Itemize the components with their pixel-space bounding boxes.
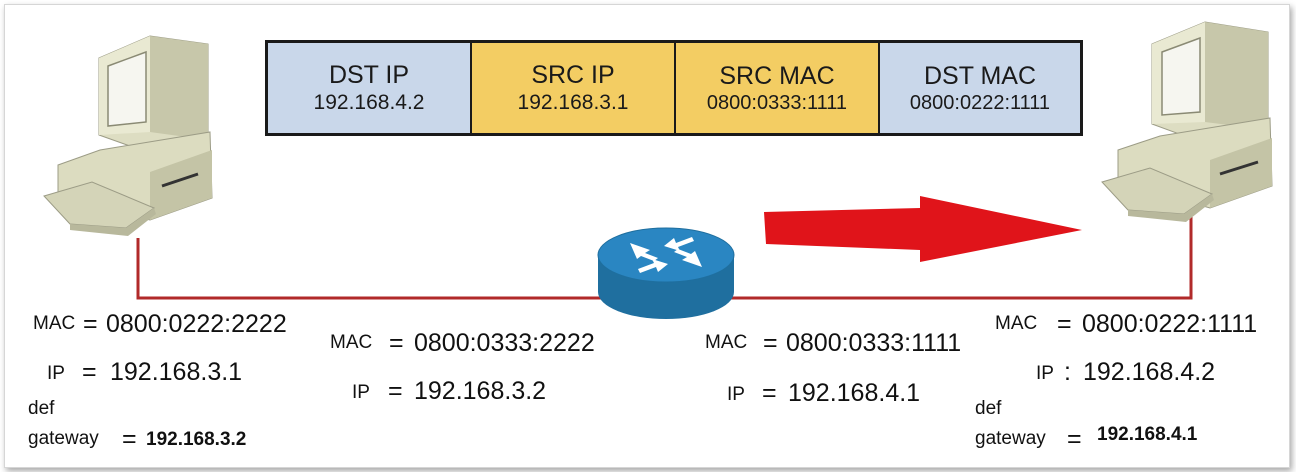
left-host-gateway-value: 192.168.3.2 [146, 429, 247, 450]
right-host-gateway-value: 192.168.4.1 [1097, 424, 1198, 445]
left-computer-icon [43, 35, 213, 236]
router-left-ip-label: IP [352, 382, 370, 403]
router-left-ip-eq: = [388, 377, 403, 405]
router-left-mac-eq: = [389, 329, 404, 357]
router-left-mac-value: 0800:0333:2222 [414, 329, 595, 357]
src-mac-label: SRC MAC [719, 62, 835, 90]
left-host-gateway-label-1: def [28, 398, 55, 419]
dst-ip-value: 192.168.4.2 [313, 91, 425, 115]
router-left-ip-value: 192.168.3.2 [414, 377, 547, 405]
packet-header: DST IP 192.168.4.2 SRC IP 192.168.3.1 SR… [265, 40, 1083, 136]
left-host-ip-value: 192.168.3.1 [110, 358, 243, 386]
left-host-mac-eq: = [83, 310, 98, 338]
left-host-mac-label: MAC [33, 313, 76, 334]
src-mac-cell: SRC MAC 0800:0333:1111 [676, 43, 880, 133]
src-ip-cell: SRC IP 192.168.3.1 [472, 43, 676, 133]
direction-arrow-icon [764, 196, 1082, 262]
left-host-mac-value: 0800:0222:2222 [106, 310, 287, 338]
src-ip-value: 192.168.3.1 [517, 91, 629, 115]
left-host-ip-label: IP [47, 363, 65, 384]
dst-ip-label: DST IP [328, 61, 410, 90]
router-right-mac-value: 0800:0333:1111 [786, 329, 962, 357]
right-host-gateway-label-1: def [975, 398, 1002, 419]
router-right-ip-eq: = [762, 379, 777, 407]
router-right-ip-value: 192.168.4.1 [788, 379, 921, 407]
router-right-mac-eq: = [763, 329, 778, 357]
router-icon [597, 227, 735, 319]
right-host-mac-eq: = [1057, 310, 1072, 338]
dst-mac-label: DST MAC [923, 62, 1037, 90]
right-computer-icon [1101, 21, 1273, 222]
src-ip-label: SRC IP [531, 61, 615, 90]
left-host-gateway-eq: = [122, 425, 137, 453]
dst-ip-cell: DST IP 192.168.4.2 [268, 43, 472, 133]
router-left-mac-label: MAC [330, 332, 373, 353]
right-host-ip-label: IP [1036, 363, 1054, 384]
left-host-ip-eq: = [82, 358, 97, 386]
right-host-mac-value: 0800:0222:1111 [1082, 310, 1258, 338]
right-host-gateway-eq: = [1067, 425, 1082, 453]
right-host-ip-eq: : [1064, 358, 1071, 386]
router-right-mac-label: MAC [705, 332, 748, 353]
router-right-ip-label: IP [727, 384, 745, 405]
dst-mac-cell: DST MAC 0800:0222:1111 [880, 43, 1080, 133]
right-host-ip-value: 192.168.4.2 [1083, 358, 1216, 386]
src-mac-value: 0800:0333:1111 [706, 92, 848, 114]
left-host-gateway-label-2: gateway [28, 428, 99, 449]
dst-mac-value: 0800:0222:1111 [909, 92, 1051, 114]
right-host-mac-label: MAC [995, 313, 1038, 334]
right-host-gateway-label-2: gateway [975, 428, 1046, 449]
